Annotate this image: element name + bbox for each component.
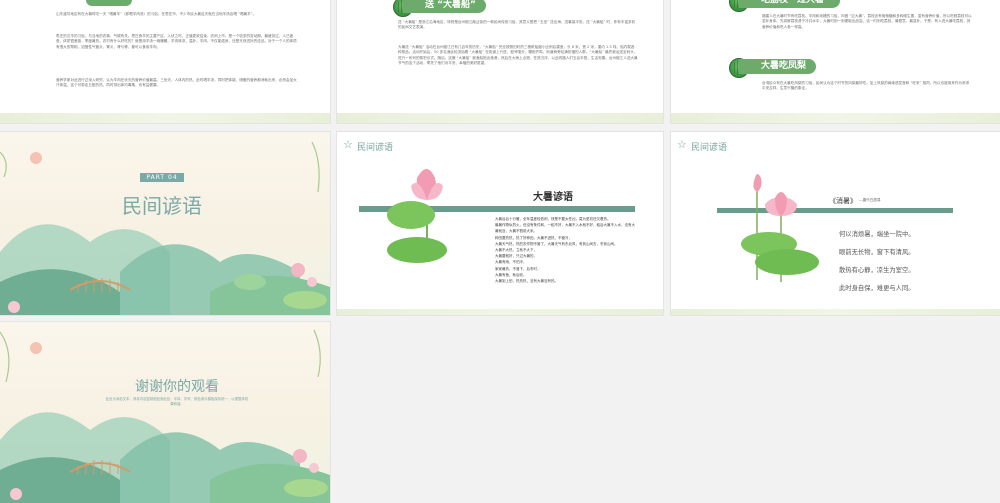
landscape-illustration [0,329,330,503]
poem-line: 此时身自保，难更与人同。 [839,285,915,292]
corner-title: 民间谚语 [691,143,728,153]
section-header: 大暑吃凤梨 [739,59,817,74]
slide-thumbnail-6[interactable]: ☆ 民间谚语 《消暑》 —唐代白居易 何以消烦暑，端坐一院中。 眼前无长物，窗下… [671,132,1000,315]
slide-thumbnail-5[interactable]: ☆ 民间谚语 大暑谚语 大暑谷谷十分暖，全年温差较低闲，快是不要太任凶，莫为夏初… [337,132,663,315]
section-header: 送 “大暑船” [403,0,486,13]
corner-title: 民间谚语 [357,143,394,153]
paragraph: 福建人在大暑时节有吃荔枝、羊肉和米糟的习俗，叫做 “过大暑”。荔枝含有葡萄糖和多… [762,14,972,29]
poem-lines: 何以消烦暑，端坐一院中。 眼前无长物，窗下有清风。 散热有心静，凉生为室空。 此… [839,226,915,298]
part-label: PART 04 [140,173,184,182]
poem-line: 眼前无长物，窗下有清风。 [839,249,915,256]
footer-wash [337,309,663,315]
landscape-illustration [0,141,330,315]
thanks-title: 谢谢你的观看 [135,379,219,395]
section-title: 民间谚语 [122,194,202,218]
footer-wash [671,113,1000,123]
paragraph: 大暑送 “大暑船” 活动在台州椒江已有几百年的历史。“大暑船” 完全按照旧时的三… [398,45,638,66]
lotus-illustration [741,174,819,282]
section-header-pill [86,0,132,6]
lotus-illustration [387,169,447,263]
poem-line: 何以消烦暑，端坐一院中。 [839,231,915,238]
poem-title: 《消暑》 [829,197,857,205]
paragraph: 山东潍坊地区有在大暑时吃一天 “喝暑羊”（即喝羊肉汤）的习俗。在枣庄市，不少市民… [56,12,257,16]
paragraph: 送 “大暑船” 是浙江沿海地区，特别是台州椒江葭沚街的一种民间传统习俗，其意义是… [398,20,636,30]
star-icon: ☆ [677,138,687,151]
paragraph: 台湾民众有在大暑吃凤梨的习俗，民间认为这个时节的凤梨最好吃。加上凤梨的闽南语发音… [762,81,970,91]
slide-thumbnail-1[interactable]: 山东潍坊地区有在大暑时吃一天 “喝暑羊”（即喝羊肉汤）的习俗。在枣庄市，不少市民… [0,0,330,123]
proverbs-text: 大暑谷谷十分暖，全年温差较低闲，快是不要太任凶，莫为夏初还欠着热。 最暑作物似烈… [495,217,635,284]
slide-thumbnail-3[interactable]: 吃荔枝 “过大暑” 福建人在大暑时节有吃荔枝、羊肉和米糟的习俗，叫做 “过大暑”… [671,0,1000,123]
thanks-subtitle: 此处为添加文本，请将内容复制粘贴到此处，字体、字号、颜色请与模板保持统一，以便整… [105,397,249,406]
footer-wash [337,113,663,123]
slide-title: 大暑谚语 [533,192,573,203]
slide-thumbnail-4[interactable]: PART 04 民间谚语 [0,132,330,315]
paragraph: 营养学家对此进行过深入研究，认为羊肉在伏天的营养价值最高。三伏天，人体内的热，此… [56,78,297,88]
slide-thumbnail-2[interactable]: 送 “大暑船” 送 “大暑船” 是浙江沿海地区，特别是台州椒江葭沚街的一种民间传… [337,0,663,123]
paragraph: 枣庄的汉羊的习俗，与当地的农事、气候有关。枣庄食羊的主要产区，入伏之时，正值麦收… [56,34,297,49]
section-header: 吃荔枝 “过大暑” [739,0,840,8]
poem-line: 散热有心静，凉生为室空。 [839,267,915,274]
star-icon: ☆ [343,138,353,151]
poem-author: —唐代白居易 [859,198,881,202]
footer-wash [0,113,330,123]
footer-wash [671,309,1000,315]
slide-thumbnail-7[interactable]: 谢谢你的观看 此处为添加文本，请将内容复制粘贴到此处，字体、字号、颜色请与模板保… [0,322,330,503]
